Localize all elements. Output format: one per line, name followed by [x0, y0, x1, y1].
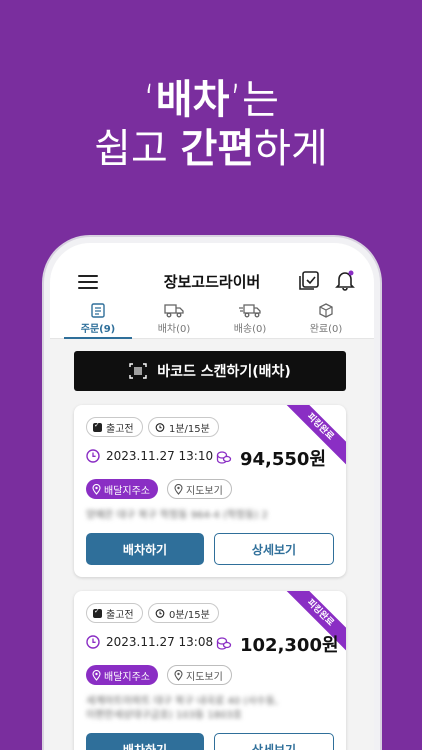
status-label: 출고전: [106, 609, 134, 621]
headline-rest-1: 는: [242, 77, 279, 123]
coins-icon: [216, 451, 232, 464]
headline-part-b: 하게: [254, 126, 328, 172]
app-title: 장보고드라이버: [163, 273, 261, 291]
headline-line-2: 쉽고 간편하게: [0, 124, 422, 174]
address-line: 이편한세상대구금호) 103동 1803호: [86, 710, 242, 721]
address-button[interactable]: 배달지주소: [86, 479, 158, 499]
coins-icon: [216, 637, 232, 650]
location-pin-icon: [174, 483, 183, 495]
map-button-label: 지도보기: [186, 671, 223, 683]
order-amount: 94,550원: [216, 445, 326, 471]
address-button-label: 배달지주소: [104, 485, 150, 497]
status-label: 출고전: [106, 423, 134, 435]
order-tabs: 주문(9) 배차(0) 배송(0) 완료(0): [50, 301, 374, 339]
tab-label: 배차(0): [157, 324, 191, 335]
timer-chip: 0분/15분: [148, 603, 219, 623]
dispatch-button[interactable]: 배차하기: [86, 533, 204, 565]
timer-chip: 1분/15분: [148, 417, 219, 437]
tab-delivery[interactable]: 배송(0): [212, 301, 288, 338]
checkbox-icon: [93, 607, 102, 618]
checklist-icon[interactable]: [298, 271, 320, 291]
timer-label: 1분/15분: [169, 423, 210, 435]
map-view-button[interactable]: 지도보기: [167, 665, 232, 685]
promo-headline: ‘배차’는 쉽고 간편하게: [0, 76, 422, 174]
scan-button-label: 바코드 스캔하기(배차): [157, 364, 291, 380]
checkbox-icon: [93, 421, 102, 432]
headline-strong-1: 배차: [155, 77, 230, 123]
headline-strong-2: 간편: [180, 126, 255, 172]
box-icon: [319, 303, 333, 318]
tab-dispatch[interactable]: 배차(0): [136, 301, 212, 338]
barcode-icon: [129, 363, 147, 379]
headline-part-a: 쉽고: [94, 126, 181, 172]
truck-icon: [164, 304, 184, 318]
timer-label: 0분/15분: [169, 609, 210, 621]
barcode-scan-button[interactable]: 바코드 스캔하기(배차): [74, 351, 346, 391]
order-datetime: 2023.11.27 13:10: [86, 449, 213, 463]
order-card[interactable]: 피킹완료 출고전 1분/15분 2023.11.27 13:10: [74, 405, 346, 577]
quote-close: ’: [229, 77, 243, 123]
delivery-truck-icon: [239, 304, 261, 318]
blurred-address: 양예은 대구 북구 학정동 964-4 (학정동) 2: [86, 509, 326, 523]
bell-icon[interactable]: [334, 269, 356, 291]
amount-text: 102,300원: [240, 635, 339, 656]
clock-icon: [86, 635, 100, 649]
app-screen: 장보고드라이버 주문(9) 배차(0) 배송(0) 완료(0) 바코드 스캔하기…: [50, 243, 374, 750]
tab-label: 배송(0): [233, 324, 267, 335]
blurred-address: 세계마트아파트 대구 북구 내곡로 40 (사수동, 이편한세상대구금호) 10…: [86, 695, 326, 723]
location-pin-icon: [92, 669, 101, 681]
clock-icon: [86, 449, 100, 463]
tab-label: 완료(0): [309, 324, 343, 335]
dispatch-button[interactable]: 배차하기: [86, 733, 204, 750]
tab-label: 주문(9): [80, 324, 116, 335]
phone-frame: 장보고드라이버 주문(9) 배차(0) 배송(0) 완료(0) 바코드 스캔하기…: [44, 237, 380, 750]
detail-button[interactable]: 상세보기: [214, 533, 334, 565]
datetime-text: 2023.11.27 13:10: [106, 449, 214, 463]
detail-button[interactable]: 상세보기: [214, 733, 334, 750]
status-chip: 출고전: [86, 603, 143, 623]
alarm-clock-icon: [155, 423, 165, 432]
address-button-label: 배달지주소: [104, 671, 150, 683]
location-pin-icon: [174, 669, 183, 681]
map-view-button[interactable]: 지도보기: [167, 479, 232, 499]
tab-complete[interactable]: 완료(0): [288, 301, 364, 338]
status-chip: 출고전: [86, 417, 143, 437]
alarm-clock-icon: [155, 609, 165, 618]
address-line: 세계마트아파트 대구 북구 내곡로 40 (사수동,: [86, 696, 279, 707]
quote-open: ‘: [143, 77, 156, 123]
amount-text: 94,550원: [240, 449, 327, 470]
location-pin-icon: [92, 483, 101, 495]
address-line: 양예은 대구 북구 학정동 964-4 (학정동) 2: [86, 510, 268, 521]
datetime-text: 2023.11.27 13:08: [106, 635, 214, 649]
app-bar: 장보고드라이버: [50, 243, 374, 305]
address-button[interactable]: 배달지주소: [86, 665, 158, 685]
order-card[interactable]: 피킹완료 출고전 0분/15분 2023.11.27 13:08: [74, 591, 346, 750]
map-button-label: 지도보기: [186, 485, 223, 497]
tab-orders[interactable]: 주문(9): [60, 301, 136, 339]
order-datetime: 2023.11.27 13:08: [86, 635, 213, 649]
order-amount: 102,300원: [216, 631, 339, 657]
headline-line-1: ‘배차’는: [0, 76, 422, 124]
document-icon: [91, 303, 105, 318]
